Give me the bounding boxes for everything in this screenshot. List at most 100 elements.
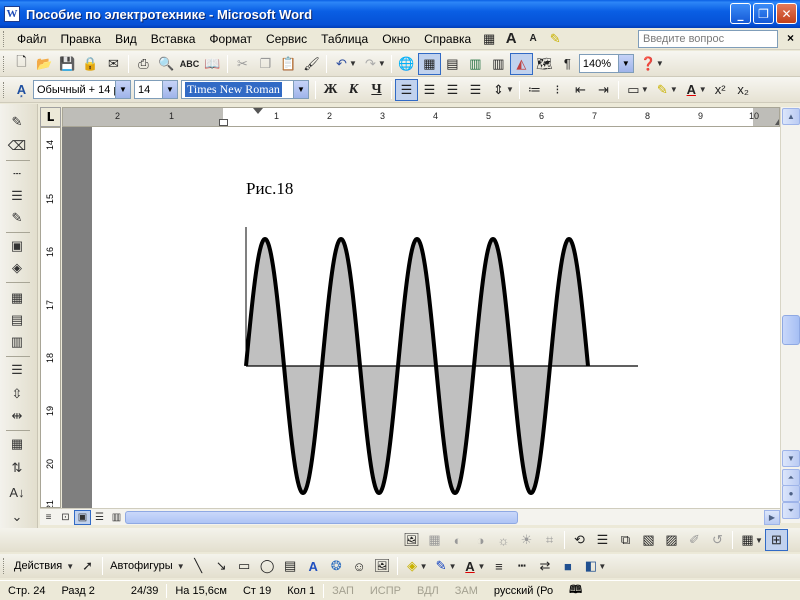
actions-menu[interactable]: Действия	[10, 560, 66, 572]
toolbar-grip[interactable]	[3, 558, 6, 574]
oval-icon[interactable]: ◯	[256, 555, 279, 577]
justify-icon[interactable]: ☰	[464, 79, 487, 101]
tab-selector[interactable]: L	[40, 107, 61, 127]
bullets-icon[interactable]: ⁝	[546, 79, 569, 101]
undo-dropdown-icon[interactable]: ▼	[349, 59, 357, 68]
outside-border-icon[interactable]: ▣	[6, 236, 28, 256]
columns-icon[interactable]: ▥	[487, 53, 510, 75]
diagram-icon[interactable]: ❂	[325, 555, 348, 577]
format-picture-icon[interactable]: ▨	[660, 529, 683, 551]
align-cell-icon[interactable]: ☰	[6, 360, 28, 380]
status-language[interactable]: русский (Ро	[486, 585, 561, 597]
web-layout-icon[interactable]: ⊡	[57, 510, 74, 525]
sort-ascending-icon[interactable]: A↓	[6, 482, 28, 502]
scroll-up-icon[interactable]: ▲	[782, 108, 800, 125]
save-icon[interactable]: 💾	[56, 53, 79, 75]
merge-cells-icon[interactable]: ▤	[6, 310, 28, 330]
toolbar-options-icon[interactable]: ▼	[598, 562, 606, 571]
highlight-icon[interactable]: ✎	[544, 29, 566, 49]
sine-wave-figure[interactable]	[92, 127, 780, 508]
minimize-button[interactable]: _	[730, 3, 751, 24]
insert-picture-icon[interactable]: 🖼	[371, 555, 394, 577]
less-brightness-icon[interactable]: ☀	[515, 529, 538, 551]
status-record-macro[interactable]: ЗАП	[324, 585, 362, 597]
distribute-rows-icon[interactable]: ⇳	[6, 384, 28, 404]
shrink-font-icon[interactable]: A	[522, 29, 544, 49]
styles-pane-icon[interactable]: A͙	[10, 79, 33, 101]
ask-question-input[interactable]: Введите вопрос	[638, 30, 778, 48]
rectangle-icon[interactable]: ▭	[233, 555, 256, 577]
line-weight-icon[interactable]: ≡	[487, 555, 510, 577]
status-extend-selection[interactable]: ВДЛ	[409, 585, 447, 597]
close-button[interactable]: ✕	[776, 3, 797, 24]
zoom-select[interactable]: 140% ▼	[578, 54, 634, 73]
align-center-icon[interactable]: ☰	[418, 79, 441, 101]
toolbar-options-icon[interactable]: ▼	[656, 59, 664, 68]
spelling-status-icon[interactable]: 🕮	[561, 581, 590, 600]
toolbar-grip[interactable]	[3, 81, 6, 98]
text-direction-icon[interactable]: ⇅	[6, 458, 28, 478]
border-color-icon[interactable]: ✎	[6, 208, 28, 228]
hyperlink-icon[interactable]: 🌐	[395, 53, 418, 75]
menu-file[interactable]: Файл	[10, 29, 54, 49]
grid-icon[interactable]: ▦	[478, 29, 500, 49]
first-line-indent-marker[interactable]	[253, 108, 263, 114]
superscript-button[interactable]: x²	[709, 79, 732, 101]
subscript-button[interactable]: x₂	[732, 79, 755, 101]
font-color-dropdown-icon[interactable]: ▼	[699, 85, 707, 94]
wordart-icon[interactable]: A	[302, 555, 325, 577]
arrow-style-icon[interactable]: ⇄	[533, 555, 556, 577]
previous-page-icon[interactable]: ⏶	[782, 469, 800, 486]
vertical-scrollbar[interactable]: ▲ ▼ ⏶ ● ⏷	[780, 107, 800, 523]
left-indent-marker[interactable]	[219, 119, 228, 126]
new-document-icon[interactable]: 🗋	[10, 53, 33, 75]
numbering-icon[interactable]: ≔	[523, 79, 546, 101]
less-contrast-icon[interactable]: ◑	[469, 529, 492, 551]
chevron-down-icon[interactable]: ▼	[162, 81, 177, 98]
crop-icon[interactable]: ⌗	[538, 529, 561, 551]
dash-style-icon[interactable]: ┅	[510, 555, 533, 577]
line-spacing-dropdown-icon[interactable]: ▼	[506, 85, 514, 94]
format-painter-icon[interactable]: 🖌	[300, 53, 323, 75]
spelling-icon[interactable]: ABC	[178, 53, 201, 75]
more-contrast-icon[interactable]: ◐	[446, 529, 469, 551]
highlight-dropdown-icon[interactable]: ▼	[670, 85, 678, 94]
reset-picture-icon[interactable]: ↺	[706, 529, 729, 551]
more-buttons-icon[interactable]: ⌄	[6, 507, 28, 527]
status-overtype[interactable]: ЗАМ	[447, 585, 486, 597]
normal-view-icon[interactable]: ≡	[40, 510, 57, 525]
line-weight-icon[interactable]: ☰	[6, 186, 28, 206]
shadow-style-icon[interactable]: ■	[556, 555, 579, 577]
autoshapes-menu[interactable]: Автофигуры	[106, 560, 177, 572]
align-left-icon[interactable]: ☰	[395, 78, 418, 101]
insert-table-icon[interactable]: ▤	[441, 53, 464, 75]
align-right-icon[interactable]: ☰	[441, 79, 464, 101]
print-layout-icon[interactable]: ▣	[74, 509, 91, 525]
underline-button[interactable]: Ч	[365, 79, 388, 101]
font-name-select[interactable]: Times New Roman ▼	[181, 80, 309, 99]
chevron-down-icon[interactable]: ▼	[617, 55, 633, 72]
insert-table-icon[interactable]: ▦	[6, 288, 28, 308]
word-app-icon[interactable]: W	[4, 6, 20, 22]
clip-art-icon[interactable]: ☺	[348, 555, 371, 577]
research-icon[interactable]: 📖	[201, 53, 224, 75]
outline-view-icon[interactable]: ☰	[91, 510, 108, 525]
tables-borders-icon[interactable]: ▦	[417, 52, 441, 75]
split-cells-icon[interactable]: ▥	[6, 332, 28, 352]
document-map-icon[interactable]: 🗺	[533, 53, 556, 75]
line-style-icon[interactable]: ┄	[6, 164, 28, 184]
next-page-icon[interactable]: ⏷	[782, 502, 800, 519]
menu-table[interactable]: Таблица	[314, 29, 375, 49]
font-size-select[interactable]: 14 ▼	[134, 80, 178, 99]
italic-button[interactable]: К	[342, 79, 365, 101]
line-color-dropdown-icon[interactable]: ▼	[449, 562, 457, 571]
toolbar-grip[interactable]	[3, 55, 6, 72]
grow-font-icon[interactable]: A	[500, 29, 522, 49]
scroll-right-icon[interactable]: ▶	[764, 510, 780, 525]
vertical-ruler[interactable]: 14 15 16 17 18 19 20 21	[40, 127, 61, 508]
insert-excel-icon[interactable]: ▥	[464, 53, 487, 75]
menu-edit[interactable]: Правка	[54, 29, 109, 49]
font-color-dropdown-icon[interactable]: ▼	[477, 562, 485, 571]
set-transparent-icon[interactable]: ✐	[683, 529, 706, 551]
browse-object-icon[interactable]: ●	[782, 485, 800, 502]
